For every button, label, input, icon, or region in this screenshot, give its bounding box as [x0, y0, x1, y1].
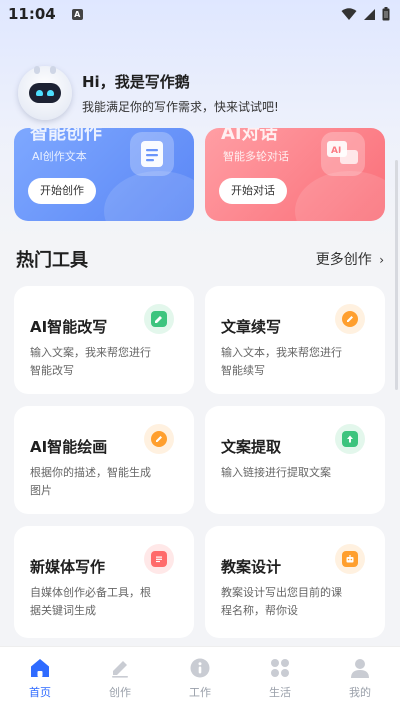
feature-subtitle: AI创作文本	[32, 150, 87, 163]
nav-label: 生活	[269, 686, 291, 699]
nav-item-work[interactable]: 工作	[160, 647, 240, 710]
feature-card-chat[interactable]: AI对话 智能多轮对话 AI 开始对话	[205, 128, 385, 221]
nav-label: 我的	[349, 686, 371, 699]
svg-text:AI: AI	[331, 146, 341, 156]
avatar-face	[29, 83, 61, 103]
tool-title: AI智能绘画	[30, 438, 108, 456]
feature-card-create[interactable]: 智能创作 AI创作文本 开始创作	[14, 128, 194, 221]
avatar-eye	[36, 90, 43, 96]
tool-desc: 根据你的描述，智能生成图片	[30, 466, 151, 497]
tool-desc: 教案设计写出您目前的课程名称，帮你设	[221, 586, 342, 617]
tool-desc: 输入文案，我来帮您进行智能改写	[30, 346, 151, 377]
tool-desc: 输入文本，我来帮您进行智能续写	[221, 346, 342, 377]
signal-icon	[364, 8, 375, 20]
status-bar: 11:04 A	[0, 0, 400, 28]
bottom-nav: 首页 创作 工作 生活 我的	[0, 646, 400, 710]
nav-label: 首页	[29, 686, 51, 699]
nav-item-create[interactable]: 创作	[80, 647, 160, 710]
tool-card-ai-rewrite[interactable]: AI智能改写 输入文案，我来帮您进行智能改写	[14, 286, 194, 394]
greeting-subtitle: 我能满足你的写作需求，快来试试吧!	[82, 100, 279, 114]
document-icon	[130, 132, 174, 176]
status-icons	[341, 7, 390, 21]
avatar-eye	[47, 90, 54, 96]
card-decoration	[104, 171, 194, 221]
home-icon	[31, 659, 49, 677]
tool-card-continue-writing[interactable]: 文章续写 输入文本，我来帮您进行智能续写	[205, 286, 385, 394]
greeting-header: Hi，我是写作鹅 我能满足你的写作需求，快来试试吧!	[18, 66, 279, 120]
info-icon	[190, 658, 210, 678]
nav-label: 工作	[189, 686, 211, 699]
avatar-ear	[50, 66, 56, 74]
pen-icon	[335, 304, 365, 334]
wifi-icon	[341, 7, 357, 20]
tool-desc: 输入链接进行提取文案	[221, 466, 331, 479]
chat-bubble-icon: AI	[321, 132, 365, 176]
tool-card-new-media[interactable]: 新媒体写作 自媒体创作必备工具，根据关键词生成	[14, 526, 194, 638]
user-icon	[351, 659, 369, 678]
grid-icon	[271, 659, 289, 677]
feature-title: AI对话	[221, 128, 278, 144]
tool-title: 文案提取	[221, 438, 282, 456]
nav-item-life[interactable]: 生活	[240, 647, 320, 710]
edit-icon	[144, 304, 174, 334]
tool-title: 教案设计	[221, 558, 282, 576]
feature-subtitle: 智能多轮对话	[223, 150, 289, 163]
notification-icon: A	[71, 8, 83, 20]
tool-title: 新媒体写作	[30, 558, 106, 576]
nav-item-mine[interactable]: 我的	[320, 647, 400, 710]
brush-icon	[144, 424, 174, 454]
status-time: 11:04	[8, 5, 56, 23]
tool-desc: 自媒体创作必备工具，根据关键词生成	[30, 586, 151, 617]
more-create-link[interactable]: 更多创作 ›	[316, 249, 384, 269]
greeting-title: Hi，我是写作鹅	[82, 73, 190, 91]
feature-title: 智能创作	[30, 128, 102, 144]
scrollbar[interactable]	[395, 160, 398, 390]
pencil-icon	[112, 661, 128, 678]
tool-title: 文章续写	[221, 318, 282, 336]
extract-icon	[335, 424, 365, 454]
nav-label: 创作	[109, 686, 131, 699]
nav-item-home[interactable]: 首页	[0, 647, 80, 710]
notepad-icon	[144, 544, 174, 574]
card-decoration	[295, 171, 385, 221]
start-chat-button[interactable]: 开始对话	[219, 178, 287, 204]
robot-avatar[interactable]	[18, 66, 72, 120]
chevron-right-icon: ›	[379, 253, 384, 267]
avatar-ear	[34, 66, 40, 74]
battery-icon	[382, 7, 390, 21]
tool-title: AI智能改写	[30, 318, 108, 336]
tool-card-ai-painting[interactable]: AI智能绘画 根据你的描述，智能生成图片	[14, 406, 194, 514]
hot-tools-title: 热门工具	[16, 250, 88, 271]
start-create-button[interactable]: 开始创作	[28, 178, 96, 204]
more-create-label: 更多创作	[315, 252, 372, 268]
tool-card-lesson-plan[interactable]: 教案设计 教案设计写出您目前的课程名称，帮你设	[205, 526, 385, 638]
robot-icon	[335, 544, 365, 574]
tool-card-copy-extract[interactable]: 文案提取 输入链接进行提取文案	[205, 406, 385, 514]
